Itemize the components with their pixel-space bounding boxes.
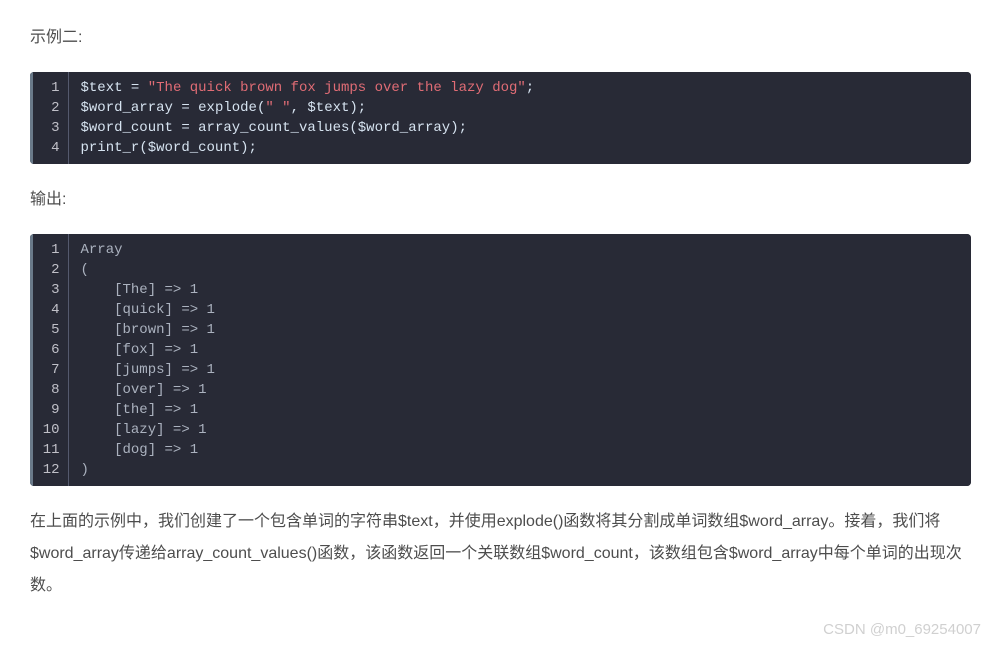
code-token: [lazy] => 1 <box>81 422 207 438</box>
code-token: print_r <box>81 140 140 156</box>
line-number: 1 <box>30 234 68 260</box>
code-content: [jumps] => 1 <box>68 360 971 380</box>
paragraph-output-label: 输出: <box>30 184 971 216</box>
line-number: 9 <box>30 400 68 420</box>
code-line: 8 [over] => 1 <box>30 380 971 400</box>
code-token: [dog] => 1 <box>81 442 199 458</box>
code-token: array_count_values <box>198 120 349 136</box>
code-token: $word_count <box>81 120 173 136</box>
line-number: 4 <box>30 138 68 164</box>
code-table-php: 1$text = "The quick brown fox jumps over… <box>30 72 971 164</box>
code-line: 6 [fox] => 1 <box>30 340 971 360</box>
line-number: 5 <box>30 320 68 340</box>
code-line: 11 [dog] => 1 <box>30 440 971 460</box>
code-token: [The] => 1 <box>81 282 199 298</box>
code-token: [fox] => 1 <box>81 342 199 358</box>
code-content: [over] => 1 <box>68 380 971 400</box>
code-token: [quick] => 1 <box>81 302 215 318</box>
code-block-output: 1Array2(3 [The] => 14 [quick] => 15 [bro… <box>30 234 971 486</box>
code-token: [over] => 1 <box>81 382 207 398</box>
code-line: 10 [lazy] => 1 <box>30 420 971 440</box>
code-token: Array <box>81 242 123 258</box>
code-token: ( <box>349 120 357 136</box>
code-token: ); <box>349 100 366 116</box>
code-content: ) <box>68 460 971 486</box>
code-content: print_r($word_count); <box>68 138 971 164</box>
line-number: 4 <box>30 300 68 320</box>
line-number: 11 <box>30 440 68 460</box>
code-content: [dog] => 1 <box>68 440 971 460</box>
code-line: 3$word_count = array_count_values($word_… <box>30 118 971 138</box>
line-number: 12 <box>30 460 68 486</box>
code-token: " " <box>265 100 290 116</box>
code-token: [brown] => 1 <box>81 322 215 338</box>
code-line: 4 [quick] => 1 <box>30 300 971 320</box>
line-number: 6 <box>30 340 68 360</box>
code-token: ) <box>81 462 89 478</box>
line-number: 3 <box>30 280 68 300</box>
code-token: , <box>291 100 308 116</box>
code-content: [fox] => 1 <box>68 340 971 360</box>
code-content: $word_array = explode(" ", $text); <box>68 98 971 118</box>
code-token: = <box>123 80 148 96</box>
code-line: 12) <box>30 460 971 486</box>
code-token: ); <box>450 120 467 136</box>
code-token: = <box>173 120 198 136</box>
line-number: 10 <box>30 420 68 440</box>
code-token: explode <box>198 100 257 116</box>
line-number: 2 <box>30 260 68 280</box>
code-token: ); <box>240 140 257 156</box>
code-token: $word_array <box>81 100 173 116</box>
code-content: ( <box>68 260 971 280</box>
code-line: 2( <box>30 260 971 280</box>
watermark-text: CSDN @m0_69254007 <box>823 621 981 638</box>
code-line: 9 [the] => 1 <box>30 400 971 420</box>
code-content: [quick] => 1 <box>68 300 971 320</box>
code-token: ( <box>81 262 89 278</box>
code-line: 1 Array <box>30 234 971 260</box>
code-line: 5 [brown] => 1 <box>30 320 971 340</box>
code-line: 2$word_array = explode(" ", $text); <box>30 98 971 118</box>
code-line: 7 [jumps] => 1 <box>30 360 971 380</box>
code-block-php: 1$text = "The quick brown fox jumps over… <box>30 72 971 164</box>
code-content: [lazy] => 1 <box>68 420 971 440</box>
code-table-output: 1Array2(3 [The] => 14 [quick] => 15 [bro… <box>30 234 971 486</box>
code-line: 4print_r($word_count); <box>30 138 971 164</box>
code-line: 3 [The] => 1 <box>30 280 971 300</box>
paragraph-example-label: 示例二: <box>30 22 971 54</box>
code-line: 1$text = "The quick brown fox jumps over… <box>30 72 971 98</box>
line-number: 2 <box>30 98 68 118</box>
line-number: 7 <box>30 360 68 380</box>
code-token: "The quick brown fox jumps over the lazy… <box>148 80 526 96</box>
code-token: [the] => 1 <box>81 402 199 418</box>
code-token: $word_count <box>148 140 240 156</box>
code-token: ; <box>526 80 534 96</box>
code-content: $text = "The quick brown fox jumps over … <box>68 72 971 98</box>
code-content: Array <box>68 234 971 260</box>
code-token: $text <box>307 100 349 116</box>
code-content: $word_count = array_count_values($word_a… <box>68 118 971 138</box>
line-number: 1 <box>30 72 68 98</box>
code-token: ( <box>139 140 147 156</box>
code-token: $word_array <box>358 120 450 136</box>
paragraph-explanation: 在上面的示例中，我们创建了一个包含单词的字符串$text，并使用explode(… <box>30 506 971 602</box>
line-number: 3 <box>30 118 68 138</box>
code-content: [The] => 1 <box>68 280 971 300</box>
code-token: $text <box>81 80 123 96</box>
line-number: 8 <box>30 380 68 400</box>
code-token: [jumps] => 1 <box>81 362 215 378</box>
code-token: = <box>173 100 198 116</box>
code-content: [brown] => 1 <box>68 320 971 340</box>
code-content: [the] => 1 <box>68 400 971 420</box>
